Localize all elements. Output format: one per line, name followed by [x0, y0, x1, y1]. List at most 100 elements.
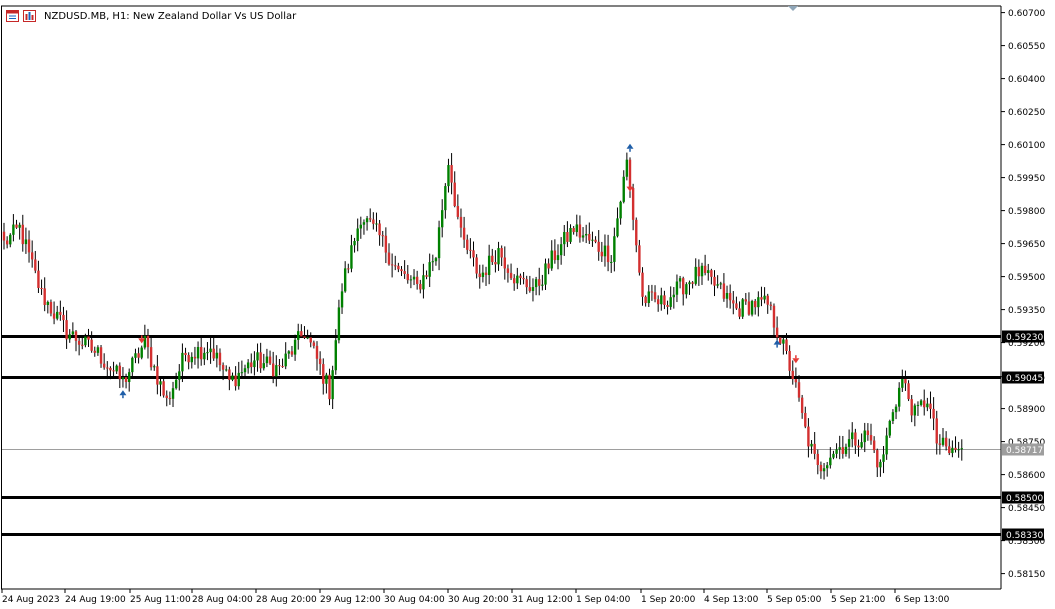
candle-body-bull	[444, 186, 447, 211]
candle-body-bull	[700, 265, 704, 277]
candle-body-bear	[281, 366, 284, 368]
candle-body-bear	[271, 363, 275, 377]
candle-body-bear	[369, 218, 372, 220]
candle-body-bear	[394, 265, 397, 267]
candle-body-bear	[566, 232, 569, 242]
candle-body-bull	[829, 457, 832, 466]
candle-body-bear	[40, 287, 43, 289]
candle-body-bear	[466, 239, 469, 250]
price-tick-label: 0.60400	[1008, 75, 1045, 85]
candle-body-bear	[318, 358, 322, 365]
candle-body-bear	[547, 263, 550, 269]
candle-body-bull	[422, 275, 425, 290]
candle-body-bear	[378, 223, 381, 236]
price-tick-label: 0.60100	[1008, 141, 1045, 151]
candle-body-bear	[553, 250, 557, 261]
candle-body-bear	[65, 320, 68, 340]
time-tick-label: 30 Aug 20:00	[448, 595, 509, 605]
candle-body-bull	[237, 372, 240, 387]
candle-body-bull	[613, 236, 616, 262]
candle-body-bull	[678, 278, 682, 282]
candle-body-bull	[960, 448, 963, 450]
candle-body-bear	[199, 346, 203, 360]
candle-body-bull	[447, 165, 450, 187]
candle-body-bear	[52, 313, 56, 319]
candle-body-bull	[863, 430, 866, 443]
candle-body-bear	[300, 331, 303, 337]
candle-body-bull	[356, 228, 359, 242]
candle-body-bear	[87, 336, 90, 340]
trade-markers	[119, 143, 800, 399]
candle-body-bear	[250, 362, 253, 368]
candle-body-bear	[109, 367, 112, 371]
candle-body-bear	[866, 430, 870, 436]
chart-window[interactable]: NZDUSD.MB, H1: New Zealand Dollar Vs US …	[0, 0, 1055, 609]
candle-body-bear	[935, 418, 938, 444]
chart-shift-marker	[788, 6, 798, 11]
candle-body-bear	[500, 248, 503, 258]
time-axis[interactable]: 24 Aug 2023 24 Aug 19:00 25 Aug 11:00 28 Au…	[1, 589, 950, 605]
candle-body-bull	[115, 365, 118, 372]
candle-body-bull	[56, 311, 59, 319]
candle-body-bull	[541, 284, 544, 286]
candle-body-bull	[121, 377, 125, 380]
candle-body-bull	[619, 201, 622, 219]
candle-body-bear	[666, 304, 669, 307]
candle-body-bear	[462, 227, 466, 240]
candle-body-bull	[256, 352, 259, 361]
candle-body-bear	[682, 278, 685, 295]
candle-body-bear	[34, 259, 37, 271]
candle-body-bear	[30, 252, 34, 260]
candle-body-bear	[938, 443, 942, 445]
price-chart[interactable]: 0.60700 0.60550 0.60400 0.60250 0.60100 0.599…	[0, 0, 1055, 609]
candle-body-bear	[322, 364, 325, 384]
candle-body-bull	[331, 370, 334, 400]
candle-body-bull	[825, 465, 829, 469]
candle-body-bear	[819, 464, 823, 472]
candle-body-bull	[556, 255, 560, 261]
candle-body-bull	[675, 281, 679, 295]
candle-body-bull	[897, 387, 901, 407]
candle-body-bull	[437, 227, 441, 259]
candle-body-bear	[944, 437, 948, 447]
candle-body-bull	[763, 295, 766, 300]
candle-body-bull	[716, 284, 719, 286]
sell-arrow-marker	[792, 358, 800, 364]
candle-body-bull	[287, 351, 291, 354]
candle-body-bull	[365, 218, 369, 223]
time-tick-label: 25 Aug 11:00	[130, 595, 191, 605]
candle-body-bear	[146, 335, 150, 348]
candle-body-bear	[766, 295, 769, 305]
candle-body-bear	[99, 347, 103, 364]
candle-body-bull	[297, 331, 300, 340]
candle-body-bear	[218, 352, 222, 366]
candle-body-bull	[913, 405, 917, 416]
candle-body-bear	[5, 240, 9, 245]
candle-body-bear	[722, 283, 726, 299]
candle-body-bear	[2, 231, 6, 241]
candle-body-bear	[703, 265, 707, 274]
candle-body-bull	[591, 239, 594, 241]
candle-body-bear	[794, 379, 798, 383]
candle-body-bull	[669, 297, 672, 307]
candle-body-bull	[12, 224, 15, 235]
candle-body-bear	[697, 266, 701, 277]
candle-body-bear	[62, 314, 65, 321]
candle-body-bull	[215, 352, 219, 359]
candle-body-bear	[491, 255, 494, 263]
candle-body-bull	[71, 331, 75, 335]
candle-body-bull	[206, 352, 209, 354]
candle-body-bear	[149, 347, 153, 368]
candle-body-bull	[225, 369, 228, 371]
candle-body-bear	[869, 435, 873, 441]
candle-body-bull	[844, 446, 848, 454]
candle-body-bull	[196, 346, 200, 359]
candle-body-bull	[847, 439, 851, 447]
candle-body-bear	[735, 303, 738, 309]
candle-body-bear	[710, 270, 713, 277]
candle-body-bull	[481, 272, 485, 278]
candle-body-bear	[929, 403, 932, 409]
candle-body-bear	[494, 262, 497, 265]
candle-body-bear	[954, 447, 957, 450]
candle-body-bull	[128, 372, 131, 382]
